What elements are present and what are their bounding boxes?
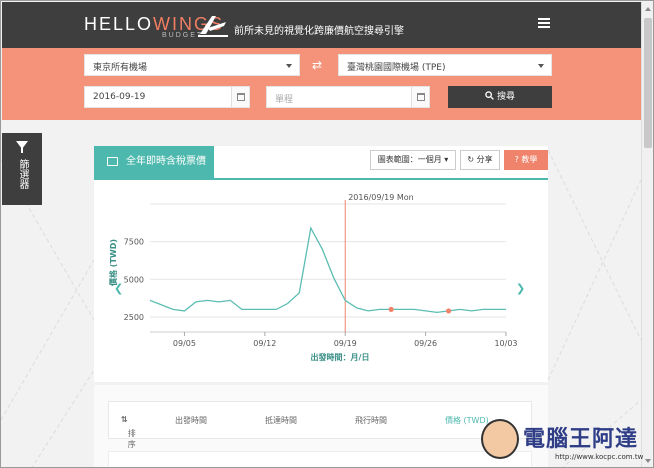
calendar-icon[interactable] (411, 87, 429, 107)
watermark-url: http://www.kocpc.com.tw (555, 453, 644, 461)
y-axis-label: 價格 (TWD) (108, 239, 118, 287)
x-tick-label: 09/05 (173, 339, 196, 348)
destination-select[interactable]: 臺灣桃園國際機場 (TPE) (338, 54, 552, 76)
site-header: HELLOWINGS BUDGET 前所未見的視覺化跨廉價航空搜尋引擎 (2, 2, 641, 48)
results-sort-bar: ⇅ 排序 出發時間 抵達時間 飛行時間 價格 (TWD) (108, 401, 532, 449)
sort-text: 排序 (127, 429, 136, 449)
browser-viewport: HELLOWINGS BUDGET 前所未見的視覺化跨廉價航空搜尋引擎 東京所有… (0, 0, 654, 468)
return-date-placeholder: 單程 (275, 95, 294, 105)
sort-arrive[interactable]: 抵達時間 (265, 415, 297, 426)
swap-arrows-icon[interactable]: ⇄ (312, 58, 322, 72)
result-row[interactable] (108, 451, 532, 467)
watermark-brand: 電腦王阿達 (523, 426, 639, 452)
x-tick-label: 10/03 (494, 339, 517, 348)
fare-series-line (149, 226, 506, 314)
logo-hello: HELLO (84, 14, 154, 34)
sort-depart[interactable]: 出發時間 (175, 415, 207, 426)
origin-select[interactable]: 東京所有機場 (84, 54, 300, 76)
filter-tab-label: 篩選器 (17, 159, 28, 189)
search-icon (485, 91, 494, 100)
sort-icon: ⇅ (121, 415, 128, 424)
search-button[interactable]: 搜尋 (448, 86, 552, 108)
fare-line-chart: 2500 5000 7500 09/05 09/12 09/19 09/26 10/03 2… (108, 193, 518, 362)
page-scrollbar[interactable] (641, 2, 653, 467)
chevron-down-icon (538, 64, 544, 68)
y-tick-label: 5000 (124, 275, 144, 284)
depart-date-field[interactable]: 2016-09-19 (84, 86, 250, 108)
fare-chart-panel: 全年即時含稅票價 圖表範圍：一個月 ▾ ↻ 分享 ? 教學 ❮ ❯ 2500 50… (94, 146, 548, 382)
sort-duration[interactable]: 飛行時間 (355, 415, 387, 426)
x-tick-label: 09/26 (414, 339, 437, 348)
y-tick-label: 7500 (124, 238, 144, 247)
origin-value: 東京所有機場 (93, 63, 148, 73)
depart-date-value: 2016-09-19 (93, 92, 146, 102)
data-point-marker[interactable] (388, 306, 394, 313)
data-point-marker[interactable] (445, 308, 452, 314)
sort-label[interactable]: ⇅ 排序 (121, 415, 136, 449)
mascot-face-icon (481, 419, 519, 459)
scrollbar-thumb[interactable] (644, 18, 652, 148)
chevron-down-icon (286, 64, 292, 68)
return-date-field[interactable]: 單程 (266, 86, 430, 108)
destination-value: 臺灣桃園國際機場 (TPE) (347, 63, 446, 73)
search-button-label: 搜尋 (496, 92, 515, 102)
date-cursor-label: 2016/09/19 Mon (348, 193, 414, 202)
plane-logo-icon (198, 16, 228, 37)
x-tick-label: 09/19 (334, 339, 357, 348)
site-tagline: 前所未見的視覺化跨廉價航空搜尋引擎 (234, 26, 404, 37)
x-tick-label: 09/12 (253, 339, 276, 348)
x-axis-label: 出發時間：月/日 (311, 352, 370, 362)
filter-tab[interactable]: 篩選器 (2, 133, 42, 205)
hamburger-menu-icon[interactable] (538, 18, 550, 28)
search-form: 東京所有機場 ⇄ 臺灣桃園國際機場 (TPE) 2016-09-19 單程 搜尋 (2, 48, 641, 120)
watermark: 電腦王阿達 http://www.kocpc.com.tw (477, 415, 647, 467)
scroll-up-icon[interactable] (645, 7, 651, 11)
y-tick-label: 2500 (124, 313, 144, 322)
calendar-icon[interactable] (231, 87, 249, 107)
logo-budget: BUDGET (162, 32, 204, 39)
